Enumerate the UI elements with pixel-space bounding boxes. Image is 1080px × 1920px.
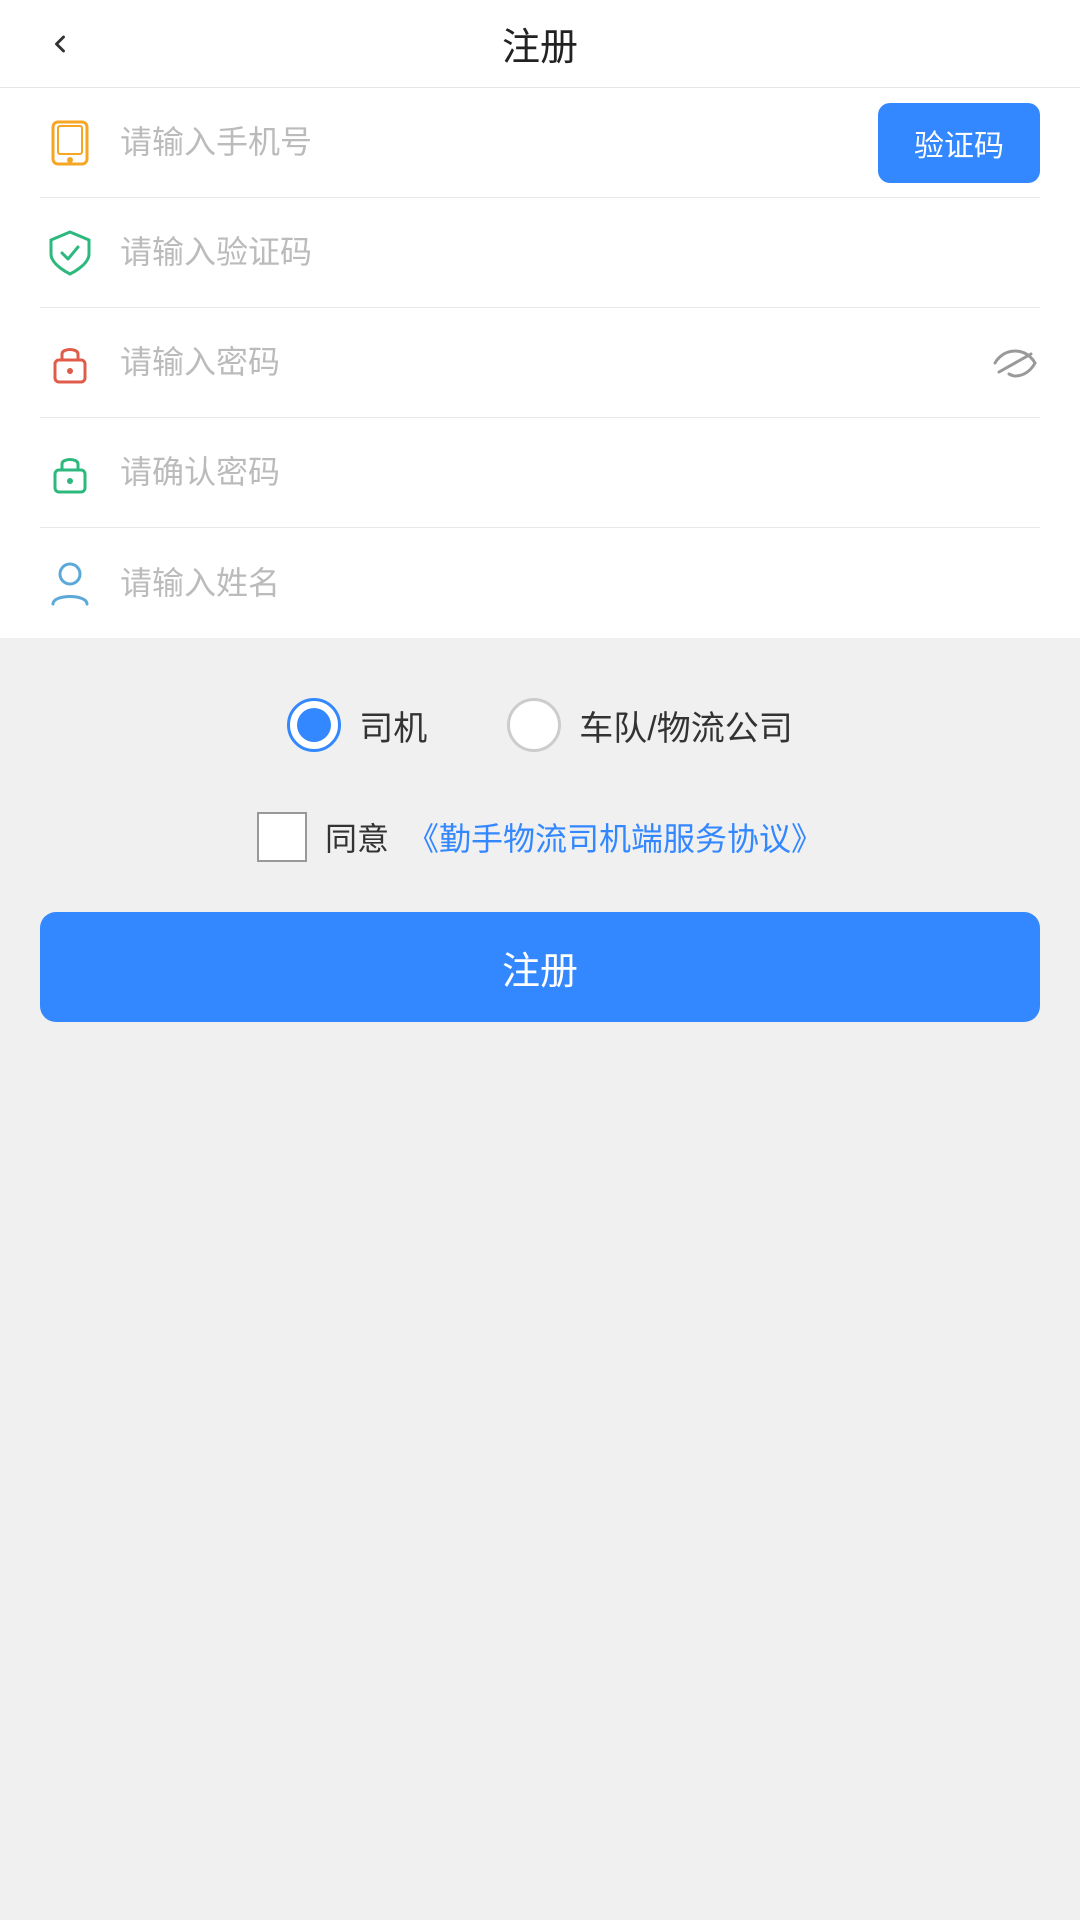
phone-input[interactable]	[120, 124, 858, 161]
lock-green-icon	[40, 443, 100, 503]
agree-row: 同意 《勤手物流司机端服务协议》	[40, 812, 1040, 862]
verify-row	[40, 198, 1040, 308]
fleet-radio-button[interactable]	[507, 698, 561, 752]
header: 注册	[0, 0, 1080, 88]
driver-radio-button[interactable]	[287, 698, 341, 752]
fleet-radio-label: 车队/物流公司	[579, 701, 792, 750]
confirm-password-row	[40, 418, 1040, 528]
phone-icon	[40, 113, 100, 173]
person-icon	[40, 553, 100, 613]
name-input[interactable]	[120, 565, 1040, 602]
agree-prefix-text: 同意	[325, 814, 389, 860]
password-row	[40, 308, 1040, 418]
name-row	[40, 528, 1040, 638]
verify-code-input[interactable]	[120, 234, 1040, 271]
shield-icon	[40, 223, 100, 283]
agree-checkbox[interactable]	[257, 812, 307, 862]
driver-radio-option[interactable]: 司机	[287, 698, 427, 752]
options-section: 司机 车队/物流公司 同意 《勤手物流司机端服务协议》 注册	[0, 638, 1080, 1920]
password-input[interactable]	[120, 344, 980, 381]
form-section: 验证码	[0, 88, 1080, 638]
verify-code-button[interactable]: 验证码	[878, 103, 1040, 183]
role-radio-group: 司机 车队/物流公司	[40, 698, 1040, 752]
service-agreement-link[interactable]: 《勤手物流司机端服务协议》	[407, 814, 823, 860]
fleet-radio-option[interactable]: 车队/物流公司	[507, 698, 792, 752]
driver-radio-label: 司机	[359, 701, 427, 750]
confirm-password-input[interactable]	[120, 454, 1040, 491]
page-title: 注册	[502, 16, 578, 71]
back-button[interactable]	[36, 20, 84, 68]
eye-icon[interactable]	[990, 338, 1040, 388]
lock-red-icon	[40, 333, 100, 393]
register-button[interactable]: 注册	[40, 912, 1040, 1022]
phone-row: 验证码	[40, 88, 1040, 198]
